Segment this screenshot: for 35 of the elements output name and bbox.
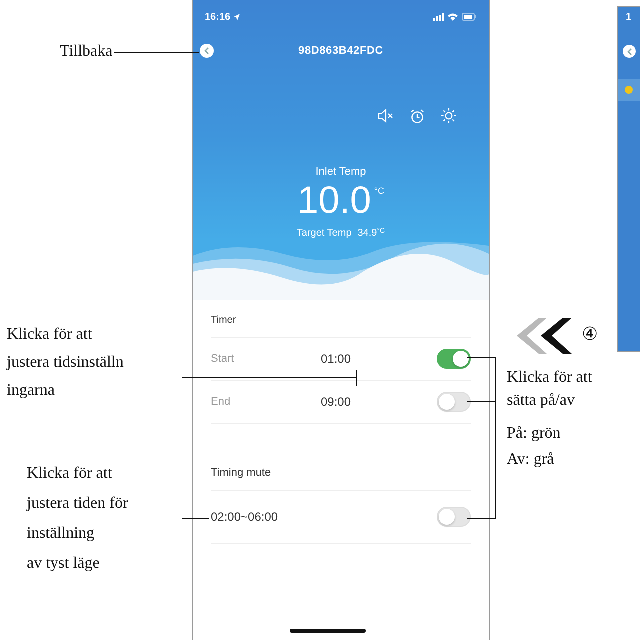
- back-button[interactable]: [623, 45, 636, 58]
- time-value[interactable]: 09:00: [321, 395, 437, 409]
- row-label: End: [211, 396, 232, 408]
- time-value[interactable]: 01:00: [321, 352, 437, 366]
- mute-icon[interactable]: [378, 109, 394, 123]
- chevron-left-icon: [204, 47, 210, 55]
- sun-icon[interactable]: [441, 108, 457, 124]
- target-temp-label: Target Temp: [296, 228, 352, 239]
- row-label: Start: [211, 353, 236, 365]
- alarm-clock-icon[interactable]: [410, 108, 425, 124]
- time-range[interactable]: 02:00~06:00: [211, 510, 437, 524]
- section-title: Timer: [211, 300, 471, 338]
- chevron-left-icon: [626, 48, 632, 56]
- inlet-temp-value: 10.0: [297, 182, 372, 220]
- leader-line: [182, 518, 210, 520]
- signal-icon: [433, 13, 444, 21]
- callout-text: Klicka för att justera tiden för inställning av tyst läge: [27, 464, 128, 574]
- callout-text: Klicka för att sätta på/av: [507, 368, 592, 411]
- legend-text: På: grön Av: grå: [507, 424, 561, 470]
- status-time: 1: [626, 12, 632, 23]
- toggle-switch[interactable]: [437, 349, 471, 369]
- callout-label: Tillbaka: [60, 42, 113, 62]
- step-number: ④: [582, 323, 598, 346]
- battery-icon: [462, 13, 477, 21]
- wifi-icon: [448, 13, 458, 21]
- section-title: Timing mute: [211, 424, 471, 491]
- inlet-temp-label: Inlet Temp: [314, 165, 368, 180]
- double-chevron-icon: [517, 318, 573, 354]
- status-time: 16:16: [205, 12, 231, 22]
- status-dot-icon: [625, 86, 633, 94]
- callout-text: Klicka för att justera tidsinställn ingarna: [7, 325, 124, 401]
- back-button[interactable]: [200, 44, 214, 58]
- device-title: 98D863B42FDC: [298, 45, 384, 57]
- unit-label: °C: [374, 185, 385, 198]
- location-icon: [232, 14, 240, 20]
